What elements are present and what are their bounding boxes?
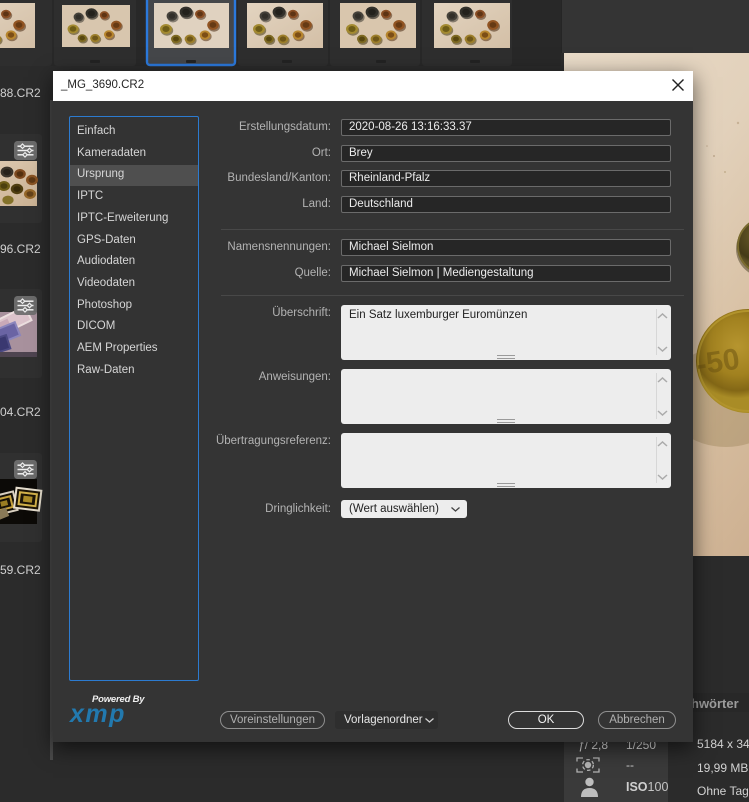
svg-text:xmp: xmp — [69, 700, 126, 728]
svg-text:-50: -50 — [694, 343, 742, 382]
